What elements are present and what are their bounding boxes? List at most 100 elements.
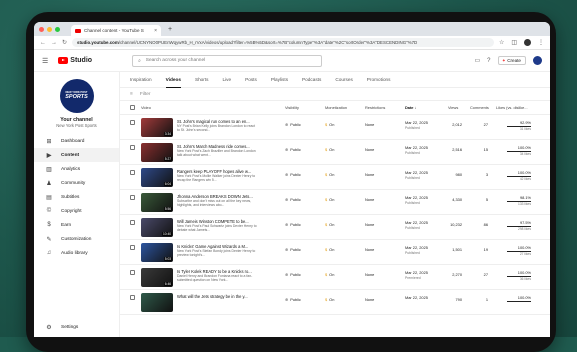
sidebar-item-settings[interactable]: ⚙Settings bbox=[34, 320, 119, 334]
row-checkbox[interactable] bbox=[130, 120, 135, 125]
close-window-button[interactable] bbox=[39, 27, 44, 32]
account-avatar[interactable] bbox=[533, 56, 542, 65]
visibility-cell[interactable]: ⊕Public bbox=[285, 297, 301, 302]
tab-courses[interactable]: Courses bbox=[335, 72, 352, 88]
video-thumbnail[interactable]: 3:34 bbox=[141, 118, 173, 137]
tab-podcasts[interactable]: Podcasts bbox=[302, 72, 321, 88]
row-checkbox[interactable] bbox=[130, 195, 135, 200]
menu-icon[interactable]: ☰ bbox=[42, 57, 48, 65]
monetization-cell[interactable]: $On bbox=[325, 247, 334, 252]
sidebar-item-content[interactable]: ▶Content bbox=[34, 148, 119, 162]
visibility-cell[interactable]: ⊕Public bbox=[285, 222, 301, 227]
new-tab-icon[interactable]: + bbox=[168, 26, 172, 33]
sidebar-item-community[interactable]: ♟Community bbox=[34, 176, 119, 190]
filter-bar[interactable]: ≡ Filter bbox=[120, 88, 550, 101]
table-row[interactable]: 5:27St. John's March Madness ride comes.… bbox=[120, 140, 550, 165]
sidebar-item-earn[interactable]: $Earn bbox=[34, 218, 119, 232]
tab-live[interactable]: Live bbox=[223, 72, 232, 88]
browser-profile-avatar[interactable] bbox=[524, 39, 531, 46]
row-checkbox[interactable] bbox=[130, 220, 135, 225]
likes-percent: 92.9% bbox=[498, 120, 531, 125]
youtube-logo-icon bbox=[58, 57, 68, 64]
sidebar-item-audio-library[interactable]: ♫Audio library bbox=[34, 246, 119, 260]
sidebar-item-copyright[interactable]: ©Copyright bbox=[34, 204, 119, 218]
video-thumbnail[interactable]: 10:40 bbox=[141, 218, 173, 237]
visibility-cell[interactable]: ⊕Public bbox=[285, 197, 301, 202]
monetization-cell[interactable]: $On bbox=[325, 172, 334, 177]
video-thumbnail[interactable]: 5:56 bbox=[141, 193, 173, 212]
forward-icon[interactable]: → bbox=[51, 40, 57, 46]
comments-value: 27 bbox=[468, 272, 488, 277]
visibility-cell[interactable]: ⊕Public bbox=[285, 122, 301, 127]
column-restrictions[interactable]: Restrictions bbox=[365, 105, 385, 110]
close-tab-icon[interactable]: × bbox=[154, 28, 157, 34]
visibility-cell[interactable]: ⊕Public bbox=[285, 147, 301, 152]
video-thumbnail[interactable]: 6:04 bbox=[141, 168, 173, 187]
minimize-window-button[interactable] bbox=[47, 27, 52, 32]
column-likes[interactable]: Likes (vs. dislike... bbox=[496, 105, 528, 110]
tab-shorts[interactable]: Shorts bbox=[195, 72, 209, 88]
maximize-window-button[interactable] bbox=[55, 27, 60, 32]
studio-logo[interactable]: Studio bbox=[58, 57, 92, 64]
table-row[interactable]: 6:46Is Tyler Kolek READY to be a Knicks … bbox=[120, 265, 550, 290]
monetization-value: On bbox=[329, 172, 334, 177]
dashboard-icon: ⊞ bbox=[45, 138, 53, 145]
sidebar-item-subtitles[interactable]: ▤Subtitles bbox=[34, 190, 119, 204]
visibility-cell[interactable]: ⊕Public bbox=[285, 272, 301, 277]
monetization-cell[interactable]: $On bbox=[325, 272, 334, 277]
help-icon[interactable]: ? bbox=[487, 58, 490, 64]
video-description: New York Post's Zach Braziller and Brand… bbox=[177, 149, 257, 161]
search-input[interactable]: ⌕ Search across your channel bbox=[132, 55, 322, 67]
visibility-cell[interactable]: ⊕Public bbox=[285, 172, 301, 177]
create-button[interactable]: + Create bbox=[498, 56, 526, 65]
back-icon[interactable]: ← bbox=[40, 40, 46, 46]
visibility-cell[interactable]: ⊕Public bbox=[285, 247, 301, 252]
tab-videos[interactable]: Videos bbox=[166, 72, 181, 88]
monetization-cell[interactable]: $On bbox=[325, 122, 334, 127]
table-row[interactable]: 5:56Jhonna Anderson BREAKS DOWN Jets...S… bbox=[120, 190, 550, 215]
restrictions-value: None bbox=[365, 147, 374, 152]
globe-icon: ⊕ bbox=[285, 147, 288, 152]
column-monetization[interactable]: Monetization bbox=[325, 105, 347, 110]
table-row[interactable]: 10:40Will Jameis Winston COMPETE to be..… bbox=[120, 215, 550, 240]
video-thumbnail[interactable] bbox=[141, 293, 173, 312]
tab-playlists[interactable]: Playlists bbox=[271, 72, 288, 88]
captions-icon[interactable]: ▭ bbox=[475, 57, 481, 64]
sidebar-item-analytics[interactable]: ▥Analytics bbox=[34, 162, 119, 176]
monetization-cell[interactable]: $On bbox=[325, 297, 334, 302]
select-all-checkbox[interactable] bbox=[130, 105, 135, 110]
likes-count: 298 likes bbox=[498, 227, 531, 231]
table-row[interactable]: What will the Jets strategy be in the y.… bbox=[120, 290, 550, 315]
monetization-cell[interactable]: $On bbox=[325, 197, 334, 202]
monetization-cell[interactable]: $On bbox=[325, 222, 334, 227]
column-date[interactable]: Date ↓ bbox=[405, 105, 416, 110]
publish-status: Published bbox=[405, 151, 428, 155]
bookmark-star-icon[interactable]: ☆ bbox=[499, 39, 504, 46]
channel-avatar[interactable]: NEW YORK POST SPORTS bbox=[60, 79, 94, 113]
address-bar[interactable]: studio.youtube.com /channel/UCNYNO0PUEnW… bbox=[72, 38, 494, 47]
browser-menu-icon[interactable]: ⋮ bbox=[538, 39, 544, 46]
tab-inspiration[interactable]: Inspiration bbox=[130, 72, 152, 88]
table-row[interactable]: 6:04Rangers keep PLAYOFF hopes alive w..… bbox=[120, 165, 550, 190]
table-row[interactable]: 3:34St. John's magical run comes to an e… bbox=[120, 115, 550, 140]
table-row[interactable]: 5:03Is Knicks' Game Against Wizards a M.… bbox=[120, 240, 550, 265]
browser-tab[interactable]: Channel content - YouTube S × bbox=[71, 25, 161, 36]
sidebar-item-dashboard[interactable]: ⊞Dashboard bbox=[34, 134, 119, 148]
tab-posts[interactable]: Posts bbox=[245, 72, 257, 88]
video-thumbnail[interactable]: 5:03 bbox=[141, 243, 173, 262]
reload-icon[interactable]: ↻ bbox=[62, 39, 67, 46]
column-views[interactable]: Views bbox=[448, 105, 458, 110]
monetization-cell[interactable]: $On bbox=[325, 147, 334, 152]
column-visibility[interactable]: Visibility bbox=[285, 105, 299, 110]
extensions-icon[interactable]: ◫ bbox=[511, 39, 517, 46]
row-checkbox[interactable] bbox=[130, 145, 135, 150]
video-thumbnail[interactable]: 5:27 bbox=[141, 143, 173, 162]
row-checkbox[interactable] bbox=[130, 295, 135, 300]
row-checkbox[interactable] bbox=[130, 170, 135, 175]
row-checkbox[interactable] bbox=[130, 245, 135, 250]
column-comments[interactable]: Comments bbox=[470, 105, 489, 110]
row-checkbox[interactable] bbox=[130, 270, 135, 275]
video-thumbnail[interactable]: 6:46 bbox=[141, 268, 173, 287]
tab-promotions[interactable]: Promotions bbox=[367, 72, 391, 88]
sidebar-item-customization[interactable]: ✎Customization bbox=[34, 232, 119, 246]
